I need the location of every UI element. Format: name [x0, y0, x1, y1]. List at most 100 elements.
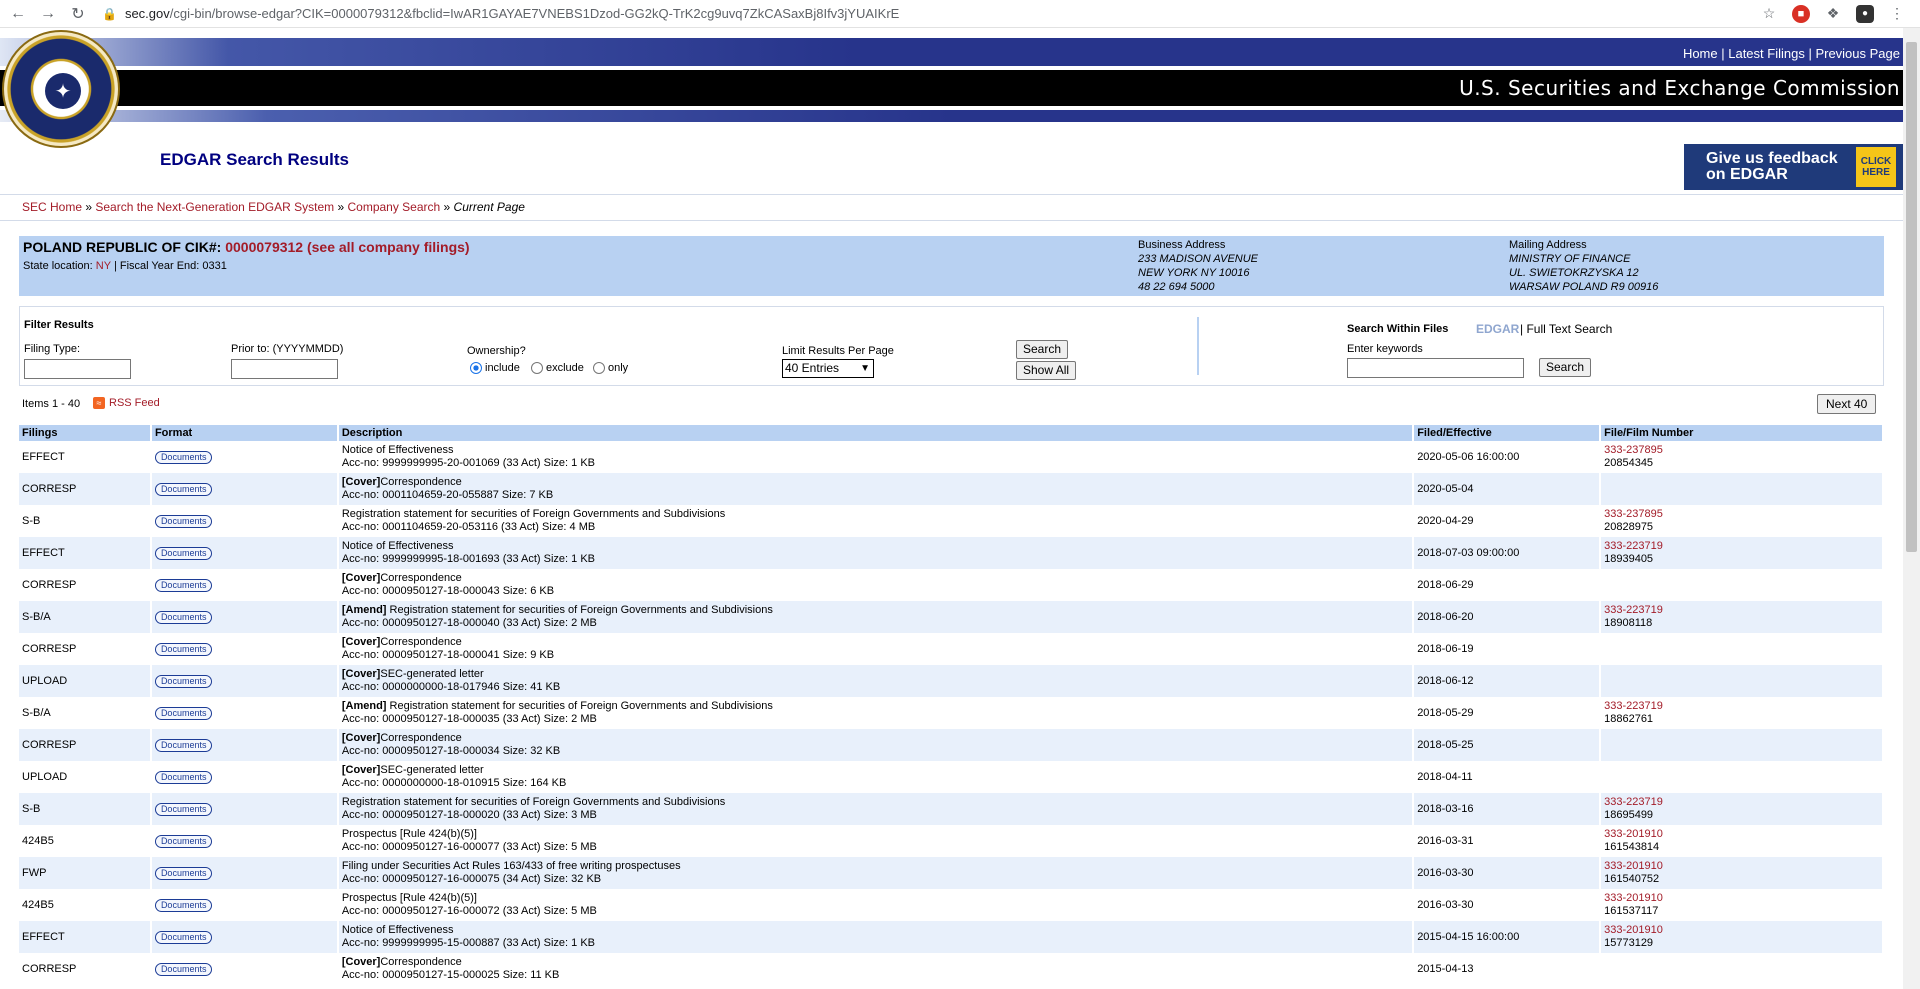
- breadcrumb: SEC Home » Search the Next-Generation ED…: [22, 200, 525, 214]
- filed-date-cell: 2020-05-04: [1413, 473, 1602, 505]
- ownership-include-radio[interactable]: include: [470, 362, 520, 374]
- address-bar[interactable]: 🔒 sec.gov /cgi-bin/browse-edgar?CIK=0000…: [102, 2, 1760, 26]
- file-film-cell: [1600, 633, 1884, 665]
- rss-feed-link[interactable]: ≈ RSS Feed: [93, 397, 160, 409]
- documents-button[interactable]: Documents: [154, 706, 213, 720]
- edgar-search-tab[interactable]: EDGAR: [1476, 322, 1519, 336]
- fiscal-year: | Fiscal Year End: 0331: [113, 260, 227, 272]
- file-film-cell: 333-201910 161537117: [1600, 889, 1884, 921]
- bookmark-star-icon[interactable]: ☆: [1760, 5, 1778, 23]
- table-row: EFFECT Documents Notice of Effectiveness Ac…: [19, 441, 1884, 473]
- keywords-search-button[interactable]: Search: [1539, 358, 1592, 377]
- table-row: 424B5 Documents Prospectus [Rule 424(b)(5)…: [19, 889, 1884, 921]
- reload-icon[interactable]: ↻: [66, 2, 90, 26]
- state-link[interactable]: NY: [96, 260, 111, 272]
- documents-button[interactable]: Documents: [154, 578, 213, 592]
- keywords-input[interactable]: [1347, 358, 1524, 378]
- file-number-link[interactable]: 333-237895: [1604, 444, 1879, 457]
- file-number-link[interactable]: 333-201910: [1604, 828, 1879, 841]
- file-number-link[interactable]: 333-201910: [1604, 892, 1879, 905]
- file-number-link[interactable]: 333-223719: [1604, 796, 1879, 809]
- documents-button[interactable]: Documents: [154, 962, 213, 976]
- documents-button[interactable]: Documents: [154, 514, 213, 528]
- show-all-button[interactable]: Show All: [1016, 361, 1077, 380]
- documents-button[interactable]: Documents: [154, 546, 213, 560]
- table-row: S-B/A Documents [Amend] Registration state…: [19, 697, 1884, 729]
- file-number-link[interactable]: 333-201910: [1604, 860, 1879, 873]
- documents-button[interactable]: Documents: [154, 674, 213, 688]
- documents-button[interactable]: Documents: [154, 770, 213, 784]
- file-number-link[interactable]: 333-237895: [1604, 508, 1879, 521]
- sec-seal-logo[interactable]: ✦: [2, 30, 120, 148]
- back-icon[interactable]: ←: [6, 2, 30, 26]
- documents-button[interactable]: Documents: [154, 450, 213, 464]
- page-scrollbar[interactable]: [1903, 28, 1920, 989]
- scrollbar-thumb[interactable]: [1906, 42, 1917, 552]
- table-row: S-B Documents Registration statement for s…: [19, 505, 1884, 537]
- breadcrumb-next-gen-edgar[interactable]: Search the Next-Generation EDGAR System: [95, 200, 334, 214]
- previous-page-link[interactable]: Previous Page: [1815, 46, 1900, 61]
- business-address: Business Address 233 MADISON AVENUE NEW …: [1138, 238, 1258, 294]
- feedback-banner[interactable]: Give us feedback on EDGAR CLICK HERE: [1684, 144, 1903, 190]
- extension-adblock-icon[interactable]: ■: [1792, 4, 1810, 23]
- file-number-link[interactable]: 333-223719: [1604, 604, 1879, 617]
- ownership-exclude-radio[interactable]: exclude: [531, 362, 584, 374]
- documents-button[interactable]: Documents: [154, 642, 213, 656]
- documents-button[interactable]: Documents: [154, 834, 213, 848]
- file-film-cell: 333-223719 18908118: [1600, 601, 1884, 633]
- breadcrumb-sec-home[interactable]: SEC Home: [22, 200, 82, 214]
- documents-button[interactable]: Documents: [154, 482, 213, 496]
- filing-type-input[interactable]: [24, 359, 131, 379]
- lock-icon: 🔒: [102, 6, 117, 21]
- filed-date-cell: 2018-07-03 09:00:00: [1413, 537, 1602, 569]
- column-header: Filings: [19, 425, 152, 441]
- forward-icon[interactable]: →: [36, 2, 60, 26]
- file-number-link[interactable]: 333-201910: [1604, 924, 1879, 937]
- filing-type-cell: EFFECT: [19, 537, 152, 569]
- url-path: /cgi-bin/browse-edgar?CIK=0000079312&fbc…: [169, 6, 900, 21]
- latest-filings-link[interactable]: Latest Filings: [1728, 46, 1805, 61]
- description-tag: [Cover]: [341, 636, 381, 648]
- accession-number: Acc-no: 9999999995-20-001069 (33 Act) Si…: [341, 457, 596, 469]
- filing-type-cell: CORRESP: [19, 569, 152, 601]
- documents-button[interactable]: Documents: [154, 738, 213, 752]
- filed-date-cell: 2016-03-30: [1413, 857, 1602, 889]
- accession-number: Acc-no: 0000950127-18-000040 (33 Act) Si…: [341, 617, 597, 629]
- limit-select[interactable]: 40 Entries ▼: [782, 359, 874, 378]
- documents-button[interactable]: Documents: [154, 802, 213, 816]
- description-cell: [Cover]Correspondence Acc-no: 0000950127-…: [337, 729, 1415, 761]
- documents-button[interactable]: Documents: [154, 866, 213, 880]
- banner-top-stripe: [0, 38, 1903, 66]
- filter-search-button[interactable]: Search: [1016, 340, 1069, 359]
- description-cell: Prospectus [Rule 424(b)(5)] Acc-no: 00009…: [337, 889, 1415, 921]
- filter-title: Filter Results: [24, 319, 94, 331]
- profile-icon[interactable]: ●: [1856, 4, 1874, 23]
- ownership-only-radio[interactable]: only: [593, 362, 628, 374]
- next-40-button[interactable]: Next 40: [1817, 394, 1877, 414]
- menu-kebab-icon[interactable]: ⋮: [1888, 5, 1906, 23]
- filed-date-cell: 2015-04-15 16:00:00: [1413, 921, 1602, 953]
- documents-button[interactable]: Documents: [154, 930, 213, 944]
- documents-button[interactable]: Documents: [154, 898, 213, 912]
- extensions-puzzle-icon[interactable]: ❖: [1824, 5, 1842, 23]
- documents-button[interactable]: Documents: [154, 610, 213, 624]
- file-film-cell: [1600, 665, 1884, 697]
- prior-to-input[interactable]: [231, 359, 338, 379]
- banner-bottom-stripe: [0, 110, 1903, 122]
- table-header-row: Filings Format Description Filed/Effecti…: [19, 425, 1884, 441]
- items-count: Items 1 - 40: [22, 398, 81, 410]
- table-row: CORRESP Documents [Cover]Correspondence Acc…: [19, 633, 1884, 665]
- breadcrumb-company-search[interactable]: Company Search: [347, 200, 440, 214]
- cik-link[interactable]: 0000079312 (see all company filings): [225, 239, 469, 255]
- home-link[interactable]: Home: [1683, 46, 1718, 61]
- mailing-address: Mailing Address MINISTRY OF FINANCE UL. …: [1509, 238, 1658, 294]
- file-number-link[interactable]: 333-223719: [1604, 700, 1879, 713]
- file-film-cell: 333-223719 18939405: [1600, 537, 1884, 569]
- description-cell: Notice of Effectiveness Acc-no: 999999999…: [337, 441, 1415, 473]
- full-text-search-link[interactable]: | Full Text Search: [1520, 322, 1612, 336]
- filing-type-cell: S-B/A: [19, 697, 152, 729]
- format-cell: Documents: [150, 953, 339, 985]
- file-number-link[interactable]: 333-223719: [1604, 540, 1879, 553]
- description-title: Correspondence: [380, 956, 462, 968]
- rss-icon: ≈: [93, 397, 105, 409]
